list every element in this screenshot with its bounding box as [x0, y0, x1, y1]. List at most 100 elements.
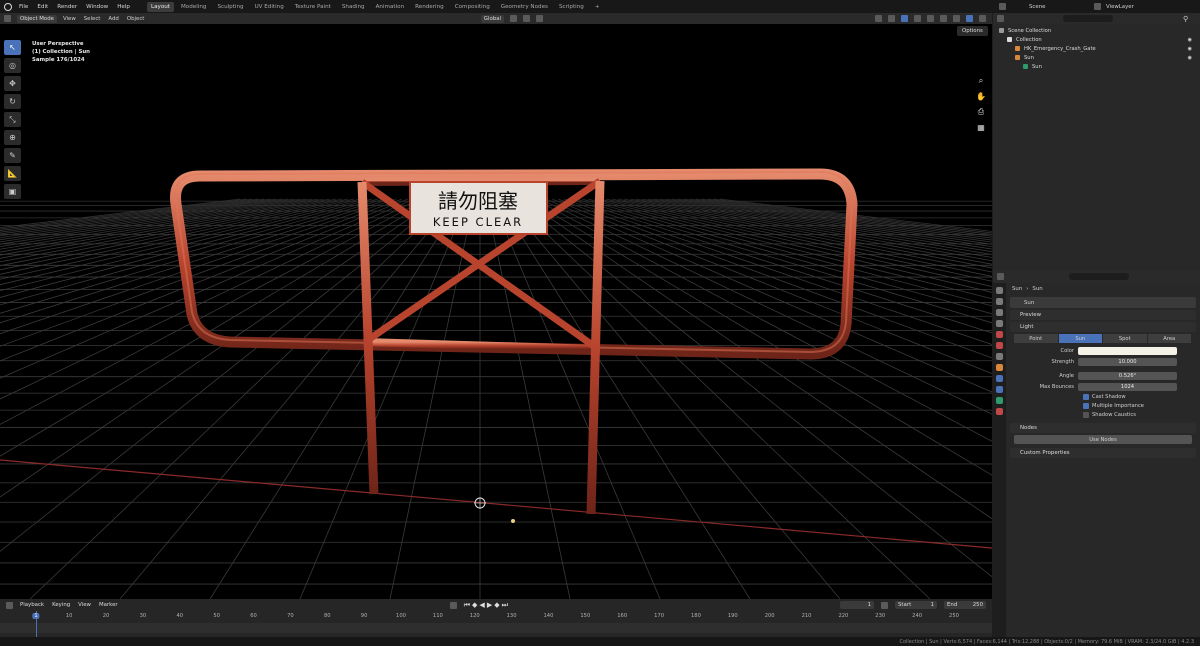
next-key-icon[interactable]: ◆: [494, 601, 499, 610]
measure-tool-icon[interactable]: 📐: [4, 166, 21, 181]
tab-geometry-nodes[interactable]: Geometry Nodes: [497, 2, 552, 12]
outliner-row[interactable]: HK_Emergency_Crash_Gate ◉: [993, 44, 1200, 53]
scene-tab-icon[interactable]: [995, 331, 1003, 338]
menu-file[interactable]: File: [19, 4, 28, 10]
camera-view-icon[interactable]: ⎙: [978, 107, 984, 117]
custom-properties-panel-header[interactable]: Custom Properties: [1010, 448, 1196, 458]
outliner-row[interactable]: Sun: [993, 62, 1200, 71]
visibility-eye-icon[interactable]: ◉: [1188, 37, 1192, 43]
sun-light-origin[interactable]: [511, 519, 515, 523]
shading-material-icon[interactable]: [953, 15, 960, 22]
render-tab-icon[interactable]: [995, 298, 1003, 305]
physics-tab-icon[interactable]: [995, 375, 1003, 382]
tool-tab-icon[interactable]: [995, 287, 1003, 294]
texture-tab-icon[interactable]: [995, 408, 1003, 415]
property-angle-field[interactable]: 0.526°: [1078, 371, 1177, 380]
options-dropdown[interactable]: Options: [957, 26, 988, 36]
annotate-tool-icon[interactable]: ✎: [4, 148, 21, 163]
checkbox-row[interactable]: Multiple Importance: [1006, 401, 1200, 410]
timeline-menu-view[interactable]: View: [78, 602, 91, 608]
outliner-row[interactable]: Scene Collection: [993, 26, 1200, 35]
tab-uv-editing[interactable]: UV Editing: [251, 2, 288, 12]
pause-render-icon[interactable]: [979, 15, 986, 22]
output-tab-icon[interactable]: [995, 309, 1003, 316]
light-type-point[interactable]: Point: [1014, 334, 1058, 343]
view-layer-tab-icon[interactable]: [995, 320, 1003, 327]
tab-modeling[interactable]: Modeling: [177, 2, 210, 12]
play-reverse-icon[interactable]: ◀: [479, 601, 484, 610]
outliner-row[interactable]: Sun ◉: [993, 53, 1200, 62]
scale-tool-icon[interactable]: ⤡: [4, 112, 21, 127]
clock-icon[interactable]: [881, 601, 889, 609]
world-tab-icon[interactable]: [995, 342, 1003, 349]
prev-key-icon[interactable]: ◆: [472, 601, 477, 610]
start-frame-field[interactable]: Start 1: [895, 601, 938, 609]
rotate-tool-icon[interactable]: ↻: [4, 94, 21, 109]
tab--[interactable]: +: [591, 2, 604, 12]
viewport-menu-object[interactable]: Object: [127, 16, 145, 22]
editor-type-icon[interactable]: [4, 15, 11, 22]
use-nodes-button[interactable]: Use Nodes: [1014, 435, 1192, 444]
constraints-tab-icon[interactable]: [995, 386, 1003, 393]
timeline-menu-keying[interactable]: Keying: [52, 602, 70, 608]
properties-search-input[interactable]: [1069, 273, 1129, 280]
current-frame-field[interactable]: 1: [840, 601, 875, 609]
tab-animation[interactable]: Animation: [372, 2, 409, 12]
shading-wireframe-icon[interactable]: [927, 15, 934, 22]
multiple-importance-checkbox[interactable]: [1083, 402, 1089, 409]
shading-solid-icon[interactable]: [940, 15, 947, 22]
zoom-icon[interactable]: ⌕: [979, 76, 983, 86]
checkbox-row[interactable]: Cast Shadow: [1006, 392, 1200, 401]
object-tab-icon[interactable]: [995, 364, 1003, 371]
jump-end-icon[interactable]: ⏭: [502, 601, 508, 610]
xray-icon[interactable]: [914, 15, 921, 22]
transform-orientation-dropdown[interactable]: Global: [480, 14, 504, 23]
light-type-spot[interactable]: Spot: [1103, 334, 1147, 343]
viewport-menu-add[interactable]: Add: [108, 16, 118, 22]
play-icon[interactable]: ▶: [487, 601, 492, 610]
overlay-icon[interactable]: [901, 15, 908, 22]
gizmo-icon[interactable]: [888, 15, 895, 22]
visibility-eye-icon[interactable]: ◉: [1188, 55, 1192, 61]
property-color-field[interactable]: [1078, 346, 1177, 355]
menu-window[interactable]: Window: [86, 4, 108, 10]
light-type-sun[interactable]: Sun: [1058, 334, 1102, 343]
tab-texture-paint[interactable]: Texture Paint: [291, 2, 335, 12]
view-layer-name[interactable]: ViewLayer: [1106, 4, 1134, 10]
tab-sculpting[interactable]: Sculpting: [213, 2, 247, 12]
tab-shading[interactable]: Shading: [338, 2, 369, 12]
scene-icon[interactable]: [999, 3, 1006, 10]
3d-viewport[interactable]: 請勿阻塞 KEEP CLEAR User Perspective (1) Col…: [0, 24, 992, 599]
tab-layout[interactable]: Layout: [146, 1, 174, 12]
timeline-menu-playback[interactable]: Playback: [20, 602, 44, 608]
record-icon[interactable]: [449, 601, 457, 609]
pan-hand-icon[interactable]: ✋: [976, 92, 986, 101]
collection-tab-icon[interactable]: [995, 353, 1003, 360]
tab-scripting[interactable]: Scripting: [555, 2, 588, 12]
outliner-search-input[interactable]: [1063, 15, 1113, 22]
end-frame-field[interactable]: End 250: [944, 601, 987, 609]
shading-rendered-icon[interactable]: [966, 15, 973, 22]
outliner-editor-icon[interactable]: [997, 15, 1004, 22]
light-type-area[interactable]: Area: [1147, 334, 1191, 343]
nodes-panel-header[interactable]: Nodes: [1010, 423, 1196, 433]
select-box-tool-icon[interactable]: ↖: [4, 40, 21, 55]
snap-icon[interactable]: [523, 15, 530, 22]
timeline-menu-marker[interactable]: Marker: [99, 602, 118, 608]
menu-edit[interactable]: Edit: [37, 4, 48, 10]
light-panel-header[interactable]: Light: [1010, 322, 1196, 332]
filter-icon[interactable]: ⚲: [1183, 15, 1188, 23]
object-mode-dropdown[interactable]: Object Mode: [17, 14, 57, 23]
property-max-bounces-field[interactable]: 1024: [1078, 382, 1177, 391]
move-tool-icon[interactable]: ✥: [4, 76, 21, 91]
properties-editor-icon[interactable]: [997, 273, 1004, 280]
tab-rendering[interactable]: Rendering: [411, 2, 448, 12]
blender-logo-icon[interactable]: [4, 2, 12, 11]
viewport-menu-select[interactable]: Select: [84, 16, 101, 22]
property-strength-field[interactable]: 10.000: [1078, 357, 1177, 366]
add-cube-tool-icon[interactable]: ▣: [4, 184, 21, 199]
light-datablock-selector[interactable]: Sun: [1010, 297, 1196, 308]
preview-panel-header[interactable]: Preview: [1010, 310, 1196, 320]
visibility-icon[interactable]: [875, 15, 882, 22]
transform-tool-icon[interactable]: ⊕: [4, 130, 21, 145]
